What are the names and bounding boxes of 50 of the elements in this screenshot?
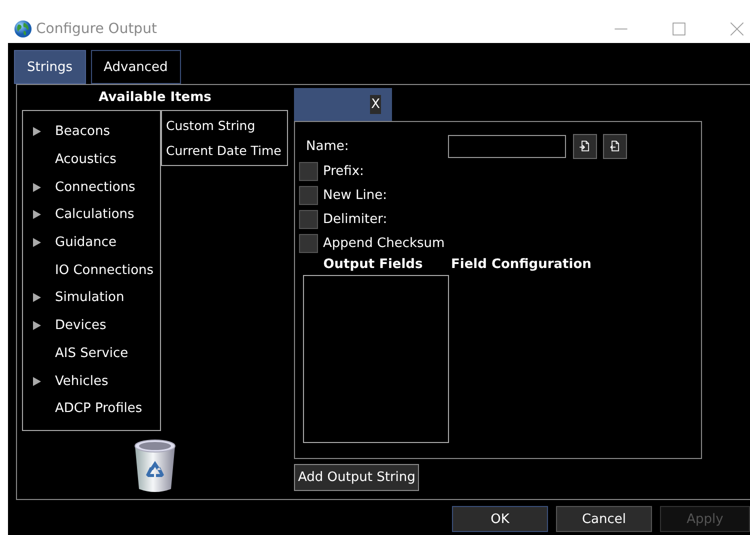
tree-item[interactable]: AIS Service	[55, 346, 128, 361]
dialog-button[interactable]: OK	[452, 506, 548, 532]
recycle-bin-icon	[132, 437, 178, 495]
tree-item[interactable]: Devices	[55, 318, 106, 334]
checkbox[interactable]	[299, 186, 318, 204]
globe-icon	[14, 20, 32, 38]
tree-item[interactable]: IO Connections	[55, 262, 154, 278]
checkbox[interactable]	[299, 234, 318, 252]
tree-item[interactable]: Calculations	[55, 207, 134, 222]
tree-item[interactable]: Acoustics	[55, 152, 116, 168]
checkbox-label: Delimiter:	[323, 212, 388, 226]
field-label: Name:	[305, 138, 350, 154]
checkbox[interactable]	[299, 162, 318, 180]
section-heading: Available Items	[98, 89, 212, 107]
tree-item[interactable]: Vehicles	[55, 374, 108, 389]
string-tab[interactable]: X	[294, 88, 392, 121]
add-output-string-button[interactable]: Add Output String	[294, 464, 420, 491]
expand-arrow-icon[interactable]	[33, 127, 41, 136]
list-item[interactable]: Current Date Time	[162, 138, 287, 163]
export-button[interactable]	[603, 134, 627, 158]
expand-arrow-icon[interactable]	[33, 321, 41, 330]
tree-item[interactable]: ADCP Profiles	[55, 401, 142, 416]
expand-arrow-icon[interactable]	[33, 238, 41, 248]
section-heading: Field Configuration	[450, 257, 592, 274]
checkbox-label: Prefix:	[323, 164, 364, 178]
checkbox[interactable]	[299, 210, 318, 228]
checkbox-label: Append Checksum	[323, 236, 445, 250]
expand-arrow-icon[interactable]	[33, 376, 41, 386]
dialog-button[interactable]: Cancel	[556, 506, 652, 532]
output-fields-list[interactable]	[303, 275, 449, 443]
close-icon[interactable]	[730, 22, 744, 36]
window-title: Configure Output	[36, 20, 158, 36]
tree-item[interactable]: Connections	[55, 180, 136, 195]
section-heading: Output Fields	[322, 257, 424, 274]
expand-arrow-icon[interactable]	[33, 293, 41, 302]
expand-arrow-icon[interactable]	[33, 210, 41, 220]
name-field[interactable]	[448, 134, 566, 158]
tree-item[interactable]: Simulation	[55, 290, 124, 306]
import-button[interactable]	[573, 134, 597, 158]
tree-item[interactable]: Beacons	[55, 124, 110, 140]
maximize-icon[interactable]	[672, 22, 686, 36]
tree-item[interactable]: Guidance	[55, 235, 117, 250]
tab[interactable]: Advanced	[90, 50, 181, 84]
expand-arrow-icon[interactable]	[33, 182, 41, 192]
list-item[interactable]: Custom String	[162, 113, 287, 138]
document-arrow-icon	[609, 140, 621, 152]
checkbox-label: New Line:	[323, 188, 387, 202]
tab[interactable]: Strings	[14, 50, 86, 84]
document-arrow-icon	[579, 140, 591, 152]
close-tab-button[interactable]: X	[370, 95, 381, 114]
